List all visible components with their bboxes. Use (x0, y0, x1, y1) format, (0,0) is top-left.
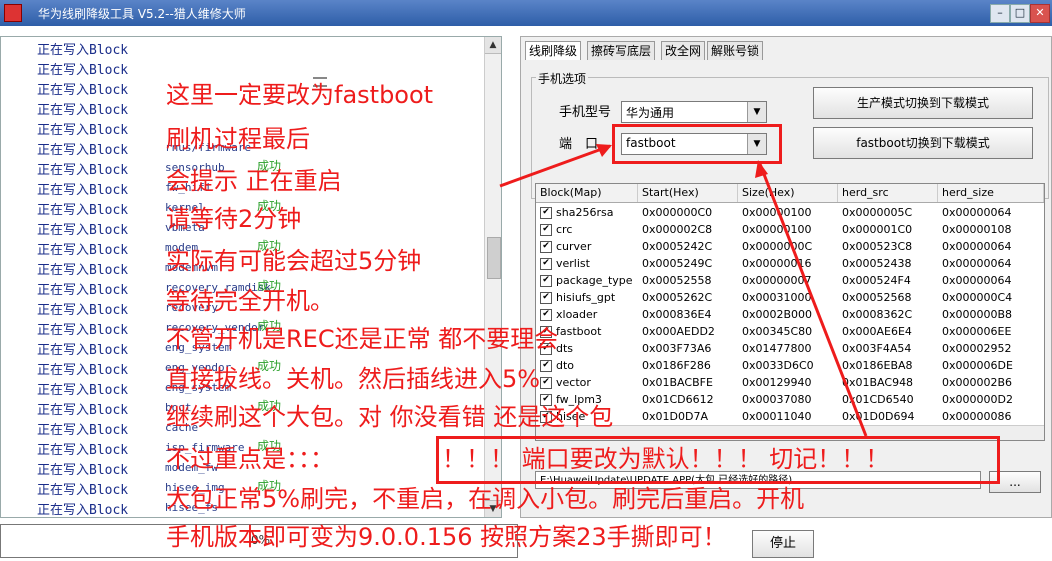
annotation-line-3: 会提示 正在重启 (166, 167, 342, 195)
annotation-line-2: 刷机过程最后 (166, 125, 310, 153)
annotation-line-12: 大包正常5%刷完，不重启，在调入小包。刷完后重启。开机 (166, 485, 805, 513)
annotation-arrows (499, 144, 868, 437)
annotation-line-9: 继续刷这个大包。对 你没看错 还是这个包 (166, 403, 614, 431)
annotation-line-13: 手机版本即可变为9.0.0.156 按照方案23手撕即可！ (166, 523, 727, 551)
annotation-line-6: 等待完全开机。 (166, 287, 334, 315)
annotation-line-11: ！！！ 端口要改为默认！！！ 切记！！！ (442, 445, 890, 473)
arrowhead-icon (755, 160, 768, 178)
arrow-to-port-icon (499, 144, 611, 188)
annotation-line-7: 不管开机是REC还是正常 都不要理会 (166, 325, 559, 353)
annotation-line-4: 请等待2分钟 (166, 205, 302, 233)
annotation-line-10: 不过重点是：：： (166, 445, 334, 473)
arrow-from-warning-icon (758, 163, 868, 437)
annotation-line-8: 直接拔线。关机。然后插线进入5% (166, 365, 541, 393)
annotation-line-5: 实际有可能会超过5分钟 (166, 247, 422, 275)
annotation-line-1: 这里一定要改为fastboot (166, 81, 434, 109)
